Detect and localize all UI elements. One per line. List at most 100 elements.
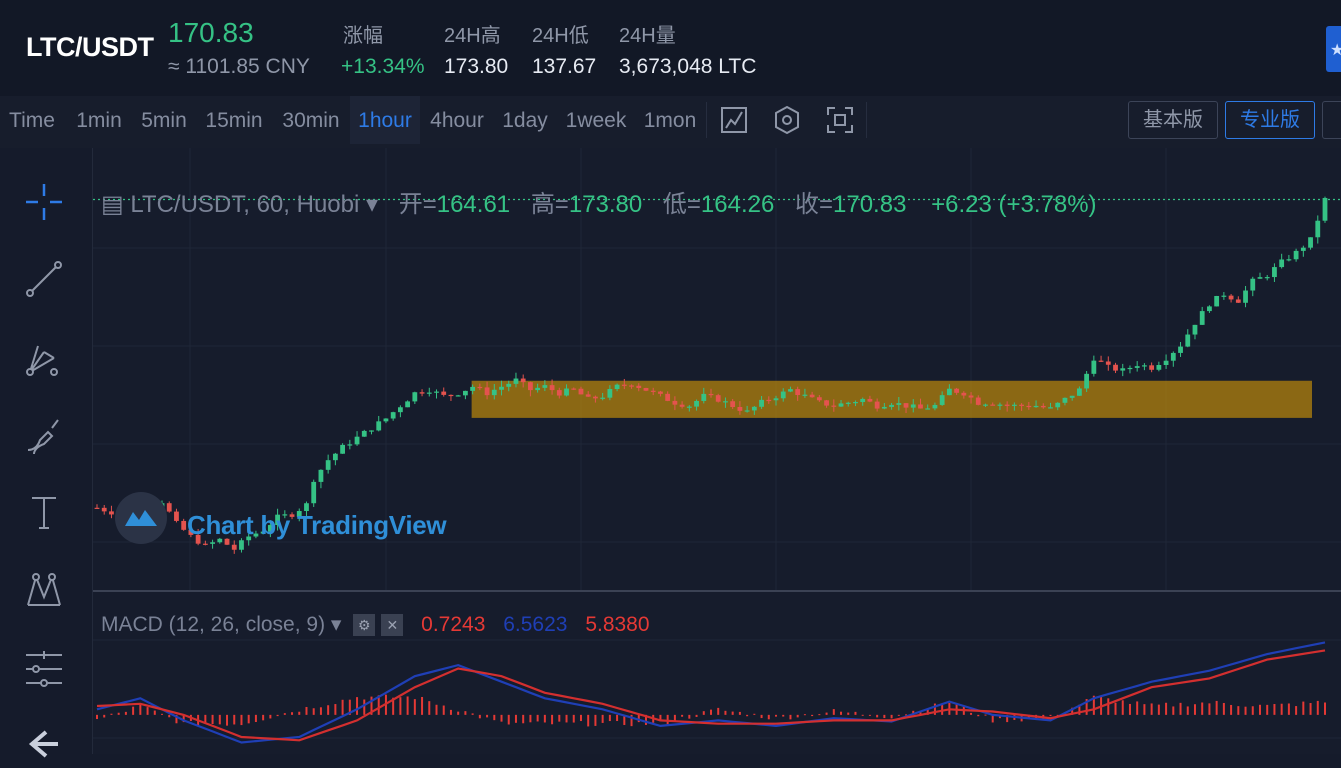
macd-histogram-bar xyxy=(153,710,156,715)
macd-histogram-bar xyxy=(471,713,474,715)
macd-histogram-bar xyxy=(421,696,424,715)
macd-histogram-bar xyxy=(334,704,337,715)
macd-histogram-bar xyxy=(1222,702,1225,715)
macd-histogram-bar xyxy=(984,714,987,716)
macd-histogram-bar xyxy=(319,707,322,715)
text-icon[interactable] xyxy=(20,488,68,536)
macd-histogram-bar xyxy=(406,696,409,715)
candle-body xyxy=(1163,360,1169,365)
candle-body xyxy=(1011,404,1017,406)
candle-body xyxy=(1077,388,1082,396)
interval-1week[interactable]: 1week xyxy=(558,96,634,144)
candle-body xyxy=(1156,364,1162,370)
interval-15min[interactable]: 15min xyxy=(196,96,272,144)
candle-body xyxy=(975,397,981,405)
interval-1mon[interactable]: 1mon xyxy=(636,96,704,144)
macd-histogram-bar xyxy=(616,714,619,722)
macd-histogram-bar xyxy=(767,714,770,720)
macd-histogram-bar xyxy=(1049,714,1052,717)
pattern-icon[interactable] xyxy=(20,567,68,615)
legend-high-label: 高= xyxy=(530,191,569,218)
favorite-button[interactable]: ★ xyxy=(1326,26,1341,72)
interval-5min[interactable]: 5min xyxy=(134,96,194,144)
cny-price: ≈ 1101.85 CNY xyxy=(168,55,310,78)
candle-body xyxy=(1322,197,1328,221)
back-arrow-icon[interactable] xyxy=(20,720,68,768)
macd-histogram-bar xyxy=(688,714,691,719)
screenshot-icon[interactable] xyxy=(822,102,858,138)
chart-type-icon[interactable] xyxy=(716,102,752,138)
interval-4hour[interactable]: 4hour xyxy=(422,96,492,144)
candle-body xyxy=(1142,365,1147,367)
candle-body xyxy=(361,430,367,437)
macd-histogram-bar xyxy=(110,713,113,715)
candle-body xyxy=(961,392,967,396)
candle-body xyxy=(1149,365,1155,370)
interval-1hour[interactable]: 1hour xyxy=(350,96,420,144)
pair-name[interactable]: LTC/USDT xyxy=(26,32,154,63)
candle-body xyxy=(354,436,360,445)
macd-histogram-bar xyxy=(1309,703,1312,715)
candle-body xyxy=(715,395,721,402)
candle-body xyxy=(983,404,988,406)
macd-settings-icon[interactable]: ⚙ xyxy=(353,614,376,637)
legend-symbol[interactable]: ▤ LTC/USDT, 60, Huobi ▾ xyxy=(101,191,378,218)
candle-body xyxy=(1300,247,1306,251)
macd-histogram-bar xyxy=(1208,703,1211,715)
macd-histogram-bar xyxy=(724,710,727,715)
candle-body xyxy=(744,410,750,412)
macd-histogram-bar xyxy=(681,714,684,717)
macd-close-icon[interactable]: ✕ xyxy=(381,614,404,637)
candle-body xyxy=(470,386,476,391)
macd-histogram-bar xyxy=(543,714,546,723)
candle-body xyxy=(101,507,107,512)
macd-histogram-bar xyxy=(1193,704,1196,715)
interval-30min[interactable]: 30min xyxy=(274,96,348,144)
candle-body xyxy=(1170,352,1176,361)
candle-body xyxy=(311,481,317,504)
macd-histogram-bar xyxy=(1114,702,1117,715)
macd-histogram-bar xyxy=(840,711,843,715)
interval-time[interactable]: Time xyxy=(0,96,64,144)
trend-line-icon[interactable] xyxy=(20,255,68,303)
candle-body xyxy=(809,394,815,398)
macd-histogram-bar xyxy=(124,711,127,715)
macd-histogram-bar xyxy=(558,714,561,722)
candle-body xyxy=(1026,405,1032,408)
interval-1min[interactable]: 1min xyxy=(66,96,132,144)
candle-body xyxy=(578,388,584,395)
interval-1day[interactable]: 1day xyxy=(494,96,556,144)
candle-body xyxy=(1264,277,1270,279)
candle-body xyxy=(1272,267,1277,278)
basic-version-button[interactable]: 基本版 xyxy=(1128,101,1218,139)
measure-icon[interactable] xyxy=(20,645,68,693)
macd-histogram-bar xyxy=(514,714,517,723)
candle-body xyxy=(318,469,324,482)
macd-histogram-bar xyxy=(117,712,120,715)
candle-body xyxy=(853,402,858,404)
chart-area[interactable]: ▤ LTC/USDT, 60, Huobi ▾ 开=164.61 高=173.8… xyxy=(93,148,1341,754)
legend-low-label: 低= xyxy=(662,191,701,218)
price-chart[interactable] xyxy=(93,148,1341,754)
more-version-button[interactable] xyxy=(1322,101,1341,139)
candle-body xyxy=(585,394,591,397)
macd-signal-value: 5.8380 xyxy=(585,613,650,636)
pitchfork-icon[interactable] xyxy=(20,334,68,382)
indicators-icon[interactable] xyxy=(769,102,805,138)
crosshair-icon[interactable] xyxy=(20,178,68,226)
macd-legend: MACD (12, 26, close, 9) ▾ ⚙ ✕ 0.7243 6.56… xyxy=(101,613,650,637)
candle-body xyxy=(1069,395,1075,398)
macd-histogram-bar xyxy=(356,697,359,715)
candle-body xyxy=(571,388,577,390)
brush-icon[interactable] xyxy=(20,412,68,460)
macd-histogram-bar xyxy=(132,706,135,715)
macd-histogram-bar xyxy=(1121,700,1124,715)
tradingview-watermark: Chart by TradingView xyxy=(187,510,447,540)
candle-body xyxy=(1062,397,1068,403)
macd-title[interactable]: MACD (12, 26, close, 9) xyxy=(101,613,325,636)
candle-body xyxy=(202,543,208,545)
candle-body xyxy=(838,403,844,407)
candle-body xyxy=(607,389,613,398)
chart-legend: ▤ LTC/USDT, 60, Huobi ▾ 开=164.61 高=173.8… xyxy=(101,184,1097,219)
pro-version-button[interactable]: 专业版 xyxy=(1225,101,1315,139)
